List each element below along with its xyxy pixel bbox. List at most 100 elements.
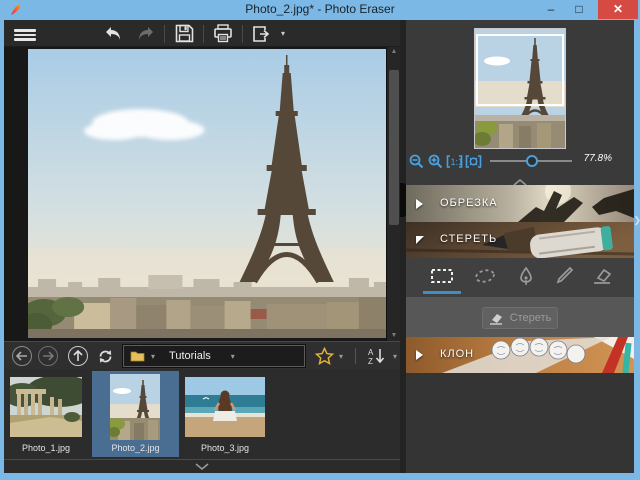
close-button[interactable]: ✕ — [598, 0, 638, 19]
zoom-in-icon — [428, 154, 443, 168]
title-bar: Photo_2.jpg* - Photo Eraser – □ ✕ — [0, 0, 640, 20]
favorites-dropdown-caret[interactable]: ▾ — [334, 346, 348, 366]
file-browser-toolbar: ▾ Tutorials ▾ ▾ A Z ▾ — [4, 341, 400, 369]
lasso-select-tool[interactable] — [470, 264, 500, 288]
zoom-slider[interactable] — [490, 152, 572, 170]
eraser-icon — [594, 268, 612, 284]
foreground-buildings — [28, 297, 386, 338]
canvas-image[interactable] — [28, 49, 386, 338]
toolbar-separator — [242, 24, 243, 43]
erase-button[interactable]: Стереть — [482, 307, 558, 329]
zoom-slider-handle[interactable] — [526, 155, 538, 167]
chevron-down-icon: ▾ — [392, 351, 397, 361]
rect-select-icon — [431, 269, 453, 283]
back-button[interactable] — [12, 346, 32, 366]
scrollbar-thumb[interactable] — [389, 70, 399, 225]
app-content: ▾ ▲ ▼ ▾ Tutorials ▾ ▾ A Z ▾ Photo_2.jpg … — [4, 20, 634, 473]
up-button[interactable] — [68, 346, 88, 366]
folder-icon — [130, 351, 145, 362]
actual-size-icon: 1:1 — [446, 154, 463, 168]
pen-select-tool[interactable] — [511, 264, 541, 288]
svg-text:Z: Z — [368, 357, 373, 365]
fit-screen-icon — [465, 154, 482, 168]
toolbar-separator — [203, 24, 204, 43]
navbar-separator — [355, 348, 356, 364]
redo-button[interactable] — [133, 22, 157, 46]
save-button[interactable] — [172, 22, 196, 46]
panel-header-clone[interactable]: КЛОН — [406, 337, 634, 373]
filmstrip-collapse-bar[interactable] — [4, 459, 400, 473]
navigator-preview — [473, 28, 566, 149]
thumbnail-photo-1[interactable] — [10, 377, 82, 437]
minimize-button[interactable]: – — [538, 0, 564, 19]
undo-button[interactable] — [102, 22, 126, 46]
export-dropdown-caret[interactable]: ▾ — [281, 29, 285, 38]
fit-screen-button[interactable] — [465, 152, 482, 170]
menu-button[interactable] — [10, 23, 40, 44]
actual-size-button[interactable]: 1:1 — [446, 152, 463, 170]
eraser-tool[interactable] — [587, 264, 617, 288]
thumbnail-label: Photo_3.jpg — [200, 443, 250, 453]
collapsed-arrow-icon — [416, 198, 423, 209]
star-icon — [314, 347, 334, 365]
thumbnail-label: Photo_1.jpg — [21, 443, 71, 453]
forward-button[interactable] — [38, 346, 58, 366]
rect-select-tool[interactable] — [427, 264, 457, 288]
main-toolbar: ▾ — [4, 20, 400, 47]
favorites-button[interactable] — [312, 346, 336, 366]
lasso-select-icon — [475, 269, 495, 283]
canvas-vertical-scrollbar[interactable]: ▲ ▼ — [386, 47, 400, 341]
folder-select[interactable]: ▾ Tutorials ▾ — [123, 345, 305, 367]
hamburger-icon — [14, 29, 36, 32]
brush-select-icon — [556, 266, 574, 284]
svg-text:A: A — [368, 348, 374, 357]
export-icon — [253, 25, 270, 42]
panel-label: КЛОН — [440, 348, 475, 360]
panel-label: СТЕРЕТЬ — [440, 233, 498, 245]
panel-header-erase[interactable]: СТЕРЕТЬ — [406, 222, 634, 258]
arrow-left-icon — [16, 351, 27, 361]
zoom-out-icon — [409, 154, 424, 168]
redo-icon — [139, 26, 153, 40]
zoom-out-button[interactable] — [408, 152, 425, 170]
app-window: Photo_2.jpg* - Photo Eraser – □ ✕ ▾ ▲ ▼ … — [0, 0, 640, 480]
zoom-in-button[interactable] — [427, 152, 444, 170]
brush-select-tool[interactable] — [549, 264, 579, 288]
print-button[interactable] — [211, 22, 235, 46]
eraser-icon — [489, 313, 502, 325]
thumbnail-photo-2-selected[interactable]: Photo_2.jpg — [92, 371, 179, 457]
thumbnail-label: Photo_2.jpg — [111, 443, 160, 453]
sort-az-icon: A Z — [368, 348, 385, 365]
selected-tool-indicator — [423, 291, 461, 294]
arrow-up-icon — [73, 350, 83, 361]
chevron-down-icon: ▾ — [151, 351, 156, 361]
thumbnail-photo-2[interactable] — [110, 374, 160, 440]
refresh-button[interactable] — [94, 346, 116, 366]
editor-section: ▾ ▲ ▼ ▾ Tutorials ▾ ▾ A Z ▾ Photo_2.jpg … — [4, 20, 400, 473]
filmstrip: Photo_2.jpg Photo_1.jpg Photo_3.jpg — [4, 369, 400, 459]
chevron-down-icon: ▾ — [230, 351, 235, 361]
scroll-down-arrow[interactable]: ▼ — [387, 331, 401, 341]
toolbar-separator — [164, 24, 165, 43]
thumbnail-photo-3[interactable] — [185, 377, 265, 437]
arrow-right-icon — [43, 351, 54, 361]
collapsed-arrow-icon — [416, 350, 423, 360]
zoom-value: 77.8% — [583, 153, 612, 164]
refresh-icon — [99, 349, 111, 363]
panel-empty-area — [406, 373, 634, 473]
canvas-area: ▲ ▼ — [4, 47, 400, 341]
panel-expand-arrow[interactable]: ❯ — [633, 215, 640, 226]
pen-select-icon — [520, 266, 532, 285]
panel-header-crop[interactable]: ОБРЕЗКА — [406, 185, 634, 222]
folder-name: Tutorials — [169, 350, 211, 362]
maximize-button[interactable]: □ — [566, 0, 592, 19]
chevron-down-icon — [195, 463, 209, 471]
sort-button[interactable]: A Z — [364, 346, 390, 366]
save-icon — [175, 24, 193, 43]
erase-button-label: Стереть — [509, 312, 552, 324]
export-button[interactable] — [250, 22, 274, 46]
print-icon — [214, 24, 232, 43]
erase-tools-row — [406, 258, 634, 297]
scroll-up-arrow[interactable]: ▲ — [387, 47, 401, 57]
navigator-viewport[interactable] — [476, 34, 564, 106]
